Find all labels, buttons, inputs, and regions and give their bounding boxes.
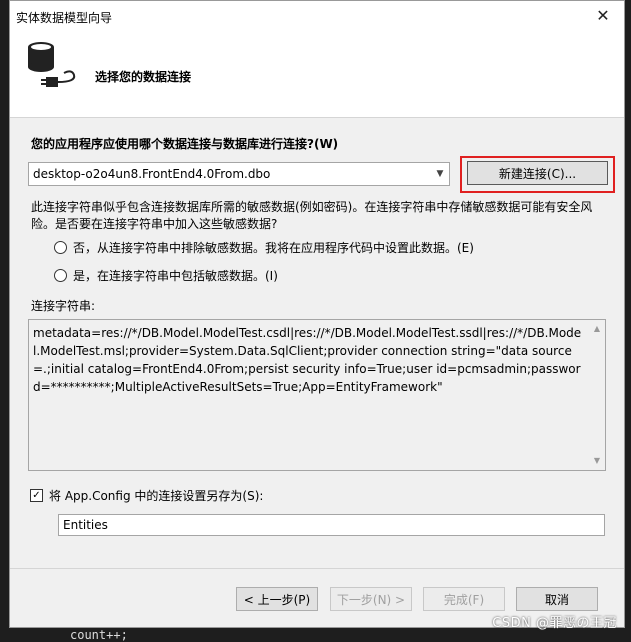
window-title: 实体数据模型向导 — [16, 11, 113, 25]
entity-name-input[interactable]: Entities — [58, 514, 605, 536]
save-connection-setting[interactable]: ✓ 将 App.Config 中的连接设置另存为(S): — [30, 487, 263, 504]
radio-include-label: 是，在连接字符串中包括敏感数据。(I) — [73, 269, 278, 283]
title-bar: 实体数据模型向导 ✕ — [10, 1, 624, 31]
watermark: CSDN @罪恶の王冠 — [492, 616, 617, 631]
scroll-down-icon[interactable]: ▼ — [589, 454, 605, 468]
radio-include-sensitive[interactable]: 是，在连接字符串中包括敏感数据。(I) — [54, 267, 278, 284]
checkbox-checked-icon[interactable]: ✓ — [30, 489, 43, 502]
connection-dropdown[interactable]: desktop-o2o4un8.FrontEnd4.0From.dbo ▼ — [28, 162, 450, 186]
database-plug-icon — [24, 37, 80, 100]
finish-button[interactable]: 完成(F) — [423, 587, 505, 611]
radio-button[interactable] — [54, 269, 67, 282]
cancel-button[interactable]: 取消 — [516, 587, 598, 611]
ide-background-left — [0, 0, 9, 642]
scroll-up-icon[interactable]: ▲ — [589, 322, 605, 336]
wizard-header: 选择您的数据连接 — [10, 31, 624, 118]
close-icon[interactable]: ✕ — [592, 5, 614, 27]
new-connection-button[interactable]: 新建连接(C)... — [467, 161, 608, 185]
next-button[interactable]: 下一步(N) > — [330, 587, 412, 611]
wizard-step-title: 选择您的数据连接 — [95, 70, 192, 84]
radio-button[interactable] — [54, 241, 67, 254]
save-connection-label: 将 App.Config 中的连接设置另存为(S): — [49, 489, 264, 503]
sensitive-data-warning: 此连接字符串似乎包含连接数据库所需的敏感数据(例如密码)。在连接字符串中存储敏感… — [31, 200, 593, 231]
connection-string-label: 连接字符串: — [31, 299, 96, 313]
prev-button[interactable]: < 上一步(P) — [236, 587, 318, 611]
vertical-scrollbar[interactable]: ▲ ▼ — [589, 320, 605, 470]
footer-divider — [10, 568, 624, 569]
connection-string-textarea[interactable]: metadata=res://*/DB.Model.ModelTest.csdl… — [28, 319, 606, 471]
chevron-down-icon[interactable]: ▼ — [431, 163, 449, 185]
connection-dropdown-value: desktop-o2o4un8.FrontEnd4.0From.dbo — [33, 167, 271, 181]
connection-question-label: 您的应用程序应使用哪个数据连接与数据库进行连接?(W) — [31, 137, 339, 151]
ide-code-line: count++; — [70, 628, 128, 642]
entity-data-model-wizard: 实体数据模型向导 ✕ 选择您的数据连接 您的应用程序应使用哪个数据连接与数据库进… — [9, 0, 625, 628]
radio-exclude-sensitive[interactable]: 否，从连接字符串中排除敏感数据。我将在应用程序代码中设置此数据。(E) — [54, 239, 474, 256]
connection-string-value: metadata=res://*/DB.Model.ModelTest.csdl… — [33, 326, 582, 394]
radio-exclude-label: 否，从连接字符串中排除敏感数据。我将在应用程序代码中设置此数据。(E) — [73, 241, 474, 255]
entity-name-value: Entities — [63, 518, 108, 532]
ide-background-right — [625, 0, 631, 642]
